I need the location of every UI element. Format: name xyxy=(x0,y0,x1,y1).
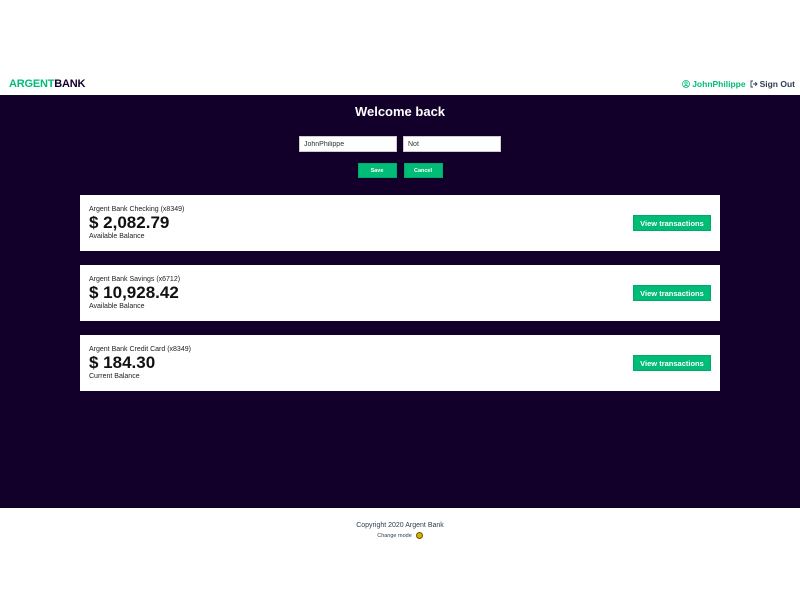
sign-out-label: Sign Out xyxy=(759,78,795,89)
sign-out-icon xyxy=(750,80,758,87)
change-mode-label: Change mode xyxy=(377,532,412,539)
page-title: Welcome back xyxy=(354,104,446,119)
main-content: Welcome back Save Cancel Argent Bank Che… xyxy=(0,95,800,508)
account-description: Available Balance xyxy=(89,303,145,310)
first-name-field[interactable] xyxy=(299,136,397,152)
account-info: Argent Bank Savings (x6712) $ 10,928.42 … xyxy=(89,276,180,310)
sign-out-link[interactable]: Sign Out xyxy=(750,79,795,89)
account-title: Argent Bank Credit Card (x8349) xyxy=(89,346,191,353)
user-circle-icon xyxy=(682,79,691,88)
logo-bank: BANK xyxy=(54,77,86,90)
change-mode-row: Change mode xyxy=(377,532,423,539)
account-title: Argent Bank Savings (x6712) xyxy=(89,276,181,283)
view-transactions-button[interactable]: View transactions xyxy=(633,355,711,371)
account-description: Available Balance xyxy=(89,233,145,240)
nav-user-link[interactable]: JohnPhilippe xyxy=(682,78,746,89)
account-description: Current Balance xyxy=(89,373,140,380)
logo-argent: ARGENT xyxy=(9,77,55,90)
account-info: Argent Bank Checking (x8349) $ 2,082.79 … xyxy=(89,206,184,240)
view-transactions-button[interactable]: View transactions xyxy=(633,285,711,301)
account-card-checking: Argent Bank Checking (x8349) $ 2,082.79 … xyxy=(80,195,720,251)
edit-actions: Save Cancel xyxy=(357,163,443,178)
nav-user-name: JohnPhilippe xyxy=(692,78,746,89)
footer: Copyright 2020 Argent Bank Change mode xyxy=(0,508,800,600)
account-amount: $ 184.30 xyxy=(89,353,156,372)
account-info: Argent Bank Credit Card (x8349) $ 184.30… xyxy=(89,346,191,380)
accounts-list: Argent Bank Checking (x8349) $ 2,082.79 … xyxy=(80,195,720,391)
mode-toggle-button[interactable] xyxy=(415,532,423,539)
last-name-field[interactable] xyxy=(403,136,501,152)
view-transactions-button[interactable]: View transactions xyxy=(633,215,711,231)
cancel-button[interactable]: Cancel xyxy=(403,163,443,178)
account-amount: $ 2,082.79 xyxy=(89,213,170,232)
top-spacer xyxy=(0,0,800,72)
copyright-text: Copyright 2020 Argent Bank xyxy=(356,522,444,529)
main-nav: ARGENTBANK JohnPhilippe Sign Out xyxy=(0,72,800,95)
nav-actions: JohnPhilippe Sign Out xyxy=(682,79,795,89)
account-amount: $ 10,928.42 xyxy=(89,283,179,302)
account-card-credit: Argent Bank Credit Card (x8349) $ 184.30… xyxy=(80,335,720,391)
account-card-savings: Argent Bank Savings (x6712) $ 10,928.42 … xyxy=(80,265,720,321)
edit-name-form xyxy=(299,136,501,152)
logo[interactable]: ARGENTBANK xyxy=(9,78,85,90)
account-title: Argent Bank Checking (x8349) xyxy=(89,206,185,213)
save-button[interactable]: Save xyxy=(357,163,397,178)
